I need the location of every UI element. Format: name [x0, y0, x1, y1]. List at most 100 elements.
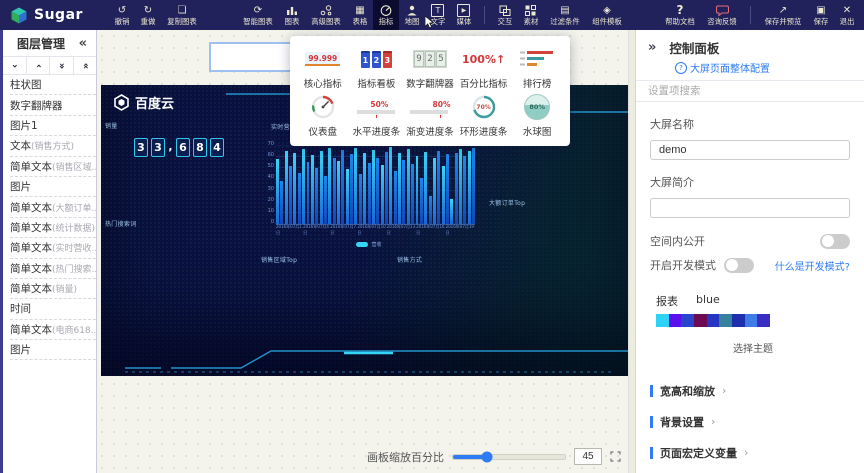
flip-digit: 3 [151, 138, 165, 157]
zoom-value-input[interactable] [574, 448, 602, 465]
exit-button[interactable]: ✕ 退出 [834, 0, 860, 30]
layer-item[interactable]: 简单文本 (统计数据) [10, 218, 96, 239]
dashboard-brand-text: 百度云 [135, 97, 175, 112]
menu-item-digit-flipper[interactable]: 925 数字翻牌器 [403, 44, 457, 92]
menu-item-percent-indicator[interactable]: 100%↑ 百分比指标 [457, 44, 511, 92]
layer-item[interactable]: 简单文本 (电商618... [10, 320, 96, 341]
menu-item-ranking[interactable]: 排行榜 [510, 44, 564, 92]
collapse-left-panel-icon[interactable]: « [79, 36, 87, 51]
chevron-right-icon: › [711, 415, 716, 428]
menu-item-water-ball[interactable]: 80% 水球图 [510, 92, 564, 140]
theme-color-swatch[interactable] [706, 314, 720, 327]
question-icon: ? [676, 3, 684, 17]
theme-color-swatch[interactable] [757, 314, 771, 327]
bar [454, 152, 458, 224]
smart-chart-button[interactable]: ⟳ 智能图表 [237, 0, 279, 30]
layer-item[interactable]: 文本 (销售方式) [10, 136, 96, 157]
copy-chart-button[interactable]: ❏ 复制图表 [161, 0, 203, 30]
move-layer-top-button[interactable]: « [74, 57, 97, 74]
settings-section[interactable]: 页面宏定义变量 › [650, 437, 850, 468]
theme-color-swatch[interactable] [719, 314, 733, 327]
layer-item[interactable]: 简单文本 (销量) [10, 279, 96, 300]
layer-item[interactable]: 数字翻牌器 [10, 95, 96, 116]
table-button[interactable]: ▦ 表格 [347, 0, 373, 30]
layer-item[interactable]: 简单文本 (实时营收... [10, 238, 96, 259]
public-toggle[interactable] [820, 233, 850, 249]
settings-section[interactable]: 水印设置 › [650, 468, 850, 473]
menu-item-gauge[interactable]: 仪表盘 [296, 92, 350, 140]
bar [393, 170, 397, 224]
bar [319, 150, 323, 224]
text-button[interactable]: T 文字 [425, 0, 451, 30]
theme-color-strip[interactable] [656, 314, 771, 327]
move-layer-up-button[interactable]: ‹ [27, 57, 50, 74]
theme-color-swatch[interactable] [744, 314, 758, 327]
layer-item[interactable]: 时间 [10, 299, 96, 320]
bar [289, 165, 293, 224]
bar [354, 148, 358, 224]
zoom-slider[interactable] [452, 451, 566, 462]
app-logo[interactable]: Sugar [10, 7, 83, 24]
theme-color-swatch[interactable] [732, 314, 745, 327]
menu-item-horizontal-progress[interactable]: 50% 水平进度条 [350, 92, 404, 140]
theme-color-swatch[interactable] [681, 314, 695, 327]
theme-color-swatch[interactable] [668, 314, 682, 327]
menu-item-indicator-board[interactable]: 123 指标看板 [350, 44, 404, 92]
layer-item[interactable]: 柱状图 [10, 75, 96, 96]
fullscreen-icon[interactable] [610, 451, 621, 462]
percent-indicator-icon: 100%↑ [461, 52, 506, 66]
flip-digit: 3 [134, 138, 148, 157]
settings-search-input[interactable] [646, 84, 854, 98]
settings-section[interactable]: 背景设置 › [650, 406, 850, 437]
media-button[interactable]: ▶ 媒体 [451, 0, 477, 30]
menu-item-ring-progress[interactable]: 70% 环形进度条 [457, 92, 511, 140]
move-layer-down-button[interactable]: › [3, 57, 27, 74]
map-button[interactable]: 地图 [399, 0, 425, 30]
devmode-help-link[interactable]: 什么是开发模式? [775, 258, 850, 273]
x-tick: 2016年07月4日 [303, 224, 329, 235]
devmode-toggle[interactable] [724, 257, 754, 273]
close-icon: ✕ [842, 5, 852, 16]
layer-item[interactable]: 图片 [10, 340, 96, 361]
theme-color-swatch[interactable] [656, 314, 669, 327]
save-preview-button[interactable]: ↗ 保存并预览 [758, 0, 808, 30]
advanced-chart-button[interactable]: 高级图表 [305, 0, 347, 30]
page-config-link[interactable]: ? 大屏页面整体配置 [675, 60, 852, 75]
menu-item-gradient-progress[interactable]: 80% 渐变进度条 [403, 92, 457, 140]
screen-name-input[interactable] [650, 140, 850, 160]
component-template-button[interactable]: ◈ 组件模板 [586, 0, 628, 30]
layer-item[interactable]: 简单文本 (大额订单... [10, 197, 96, 218]
redo-icon: ↻ [143, 5, 153, 16]
screen-intro-input[interactable] [650, 198, 850, 218]
layer-item[interactable]: 简单文本 (热门搜索... [10, 259, 96, 279]
layer-item[interactable]: 简单文本 (销售区域... [10, 157, 96, 177]
bar [406, 149, 410, 224]
indicator-button[interactable]: 指标 [372, 0, 399, 30]
menu-item-core-indicator[interactable]: 99.999 核心指标 [296, 44, 350, 92]
help-doc-button[interactable]: ? 帮助文档 [659, 0, 701, 30]
top-toolbar: Sugar ↺ 撤销 ↻ 重做 ❏ 复制图表 ⟳ 智能图表 图表 高级图表 ▦ … [0, 0, 864, 30]
component-template-icon: ◈ [603, 5, 611, 16]
canvas-scrollbar[interactable] [628, 30, 635, 473]
undo-button[interactable]: ↺ 撤销 [109, 0, 135, 30]
collapse-right-panel-icon[interactable]: » [648, 40, 656, 55]
save-button[interactable]: ▣ 保存 [808, 0, 834, 30]
settings-section[interactable]: 宽高和缩放 › [650, 375, 850, 406]
chart-button[interactable]: 图表 [279, 0, 305, 30]
bar [432, 157, 436, 224]
feedback-button[interactable]: 咨询反馈 [701, 0, 743, 30]
layer-item[interactable]: 图片 [10, 177, 96, 198]
redo-button[interactable]: ↻ 重做 [135, 0, 161, 30]
material-button[interactable]: 素材 [518, 0, 544, 30]
filter-button[interactable]: ▤ 过滤条件 [544, 0, 586, 30]
theme-color-swatch[interactable] [694, 314, 707, 327]
zoom-slider-handle[interactable] [481, 451, 493, 462]
gauge-icon [380, 4, 392, 17]
layer-item[interactable]: 图片1 [10, 116, 96, 137]
interaction-button[interactable]: 交互 [492, 0, 518, 30]
control-panel-header: » 控制面板 ? 大屏页面整体配置 [636, 30, 864, 80]
x-tick: 2016年07月7日 [330, 224, 357, 235]
choose-theme-label[interactable]: 选择主题 [656, 340, 850, 355]
settings-search [636, 80, 864, 102]
move-layer-bottom-button[interactable]: » [50, 57, 74, 74]
